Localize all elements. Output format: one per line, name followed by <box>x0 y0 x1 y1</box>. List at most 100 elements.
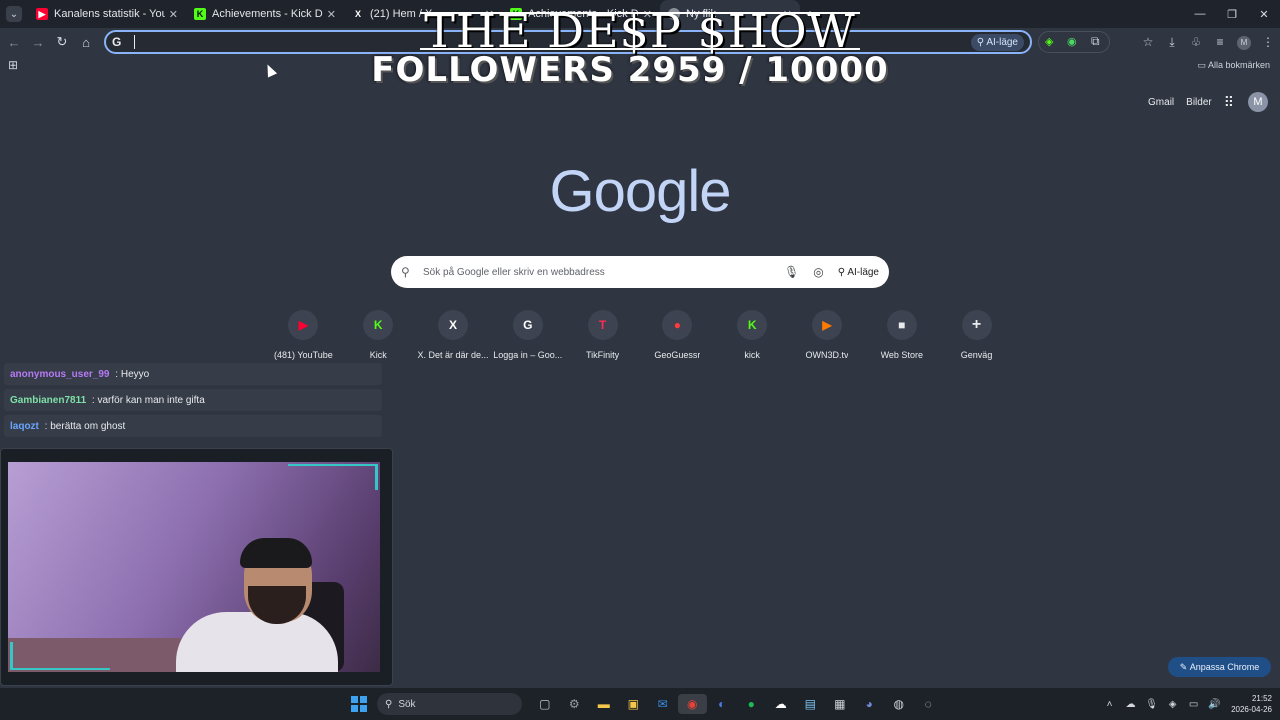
shortcut-tile[interactable]: X X. Det är där de... <box>416 310 491 360</box>
images-link[interactable]: Bilder <box>1186 97 1212 108</box>
media-icon[interactable]: ≡ <box>1208 35 1232 49</box>
discord-icon[interactable]: ◕ <box>855 694 885 714</box>
text-caret <box>134 35 135 49</box>
frame-accent <box>288 464 378 466</box>
chat-username: anonymous_user_99 <box>10 368 110 380</box>
steam-icon[interactable]: ◍ <box>884 694 914 714</box>
maximize-icon[interactable]: ❐ <box>1216 0 1248 28</box>
avatar[interactable]: M <box>1248 92 1268 112</box>
search-icon: ⚲ <box>385 698 393 710</box>
puzzle-icon[interactable]: ⧉ <box>1091 34 1100 49</box>
shortcut-tile[interactable]: ▶ OWN3D.tv <box>790 310 865 360</box>
sync-icon[interactable]: ♧ <box>1184 35 1208 49</box>
close-icon[interactable]: ✕ <box>169 8 178 21</box>
chat-separator: : <box>41 420 51 432</box>
shortcut-tile[interactable]: ■ Web Store <box>864 310 939 360</box>
microphone-icon[interactable]: 🎙 <box>1141 699 1162 710</box>
close-window-icon[interactable]: ✕ <box>1248 0 1280 28</box>
customize-chrome-button[interactable]: ✎ Anpassa Chrome <box>1168 657 1271 677</box>
cloud-app-icon[interactable]: ☁ <box>766 694 796 714</box>
extension-icon[interactable]: ◈ <box>1045 35 1053 48</box>
window-controls: — ❐ ✕ <box>1184 0 1280 28</box>
onedrive-icon[interactable]: ☁ <box>1120 699 1141 710</box>
frame-accent <box>10 668 110 670</box>
shortcut-tile[interactable]: T TikFinity <box>565 310 640 360</box>
obs-icon[interactable]: ◌ <box>914 694 944 714</box>
all-bookmarks[interactable]: ▭ Alla bokmärken <box>1197 60 1270 71</box>
kick-icon: K <box>194 8 206 20</box>
browser-tab[interactable]: K Achievements - Kick Dashboard ✕ <box>186 0 344 28</box>
search-icon: ⚲ <box>401 265 410 279</box>
system-tray: ˄ ☁ 🎙 ◈ ▭ 🔊 21:52 2026-04-26 <box>1099 688 1272 720</box>
settings-icon[interactable]: ⚙ <box>560 694 590 714</box>
shortcut-label: X. Det är där de... <box>417 350 489 360</box>
browser-tab[interactable]: ▶ Kanalens statistik - YouTube Stu ✕ <box>28 0 186 28</box>
monitor-icon[interactable]: ▭ <box>1183 699 1204 710</box>
home-icon[interactable]: ⌂ <box>74 35 98 50</box>
google-icon: G <box>512 310 543 340</box>
ai-mode-button[interactable]: ⚲ AI-läge <box>838 267 879 278</box>
minimize-icon[interactable]: — <box>1184 0 1216 28</box>
shortcut-tile[interactable]: + Genväg <box>939 310 1014 360</box>
edge-icon[interactable]: ◐ <box>707 694 737 714</box>
back-icon[interactable]: ← <box>2 35 26 50</box>
google-apps-icon[interactable]: ⠿ <box>1224 94 1234 111</box>
chrome-icon[interactable]: ◉ <box>677 694 707 714</box>
google-lens-icon[interactable]: ◎ <box>813 265 823 279</box>
shortcut-tile[interactable]: K Kick <box>341 310 416 360</box>
tab-title: Kanalens statistik - YouTube Stu <box>54 8 165 20</box>
ai-mode-button[interactable]: ⚲ AI-läge <box>970 33 1024 51</box>
chevron-up-icon[interactable]: ˄ <box>1099 699 1120 710</box>
google-top-links: Gmail Bilder ⠿ M <box>1148 92 1268 112</box>
ai-mode-label: AI-läge <box>847 266 879 278</box>
frame-accent <box>375 464 378 490</box>
chat-separator: : <box>112 368 121 380</box>
followers-goal: FOLLOWERS 2959 / 10000 <box>371 50 889 90</box>
download-icon[interactable]: ⤓ <box>1160 35 1184 50</box>
shortcut-tile[interactable]: G Logga in – Goo... <box>490 310 565 360</box>
apps-grid-icon[interactable]: ⊞ <box>8 58 18 72</box>
customize-label: Anpassa Chrome <box>1189 662 1260 672</box>
shortcuts-grid: ▶ (481) YouTube K Kick X X. Det är där de..… <box>266 310 1014 360</box>
tab-search-button[interactable]: ⌄ <box>6 6 22 22</box>
volume-icon[interactable]: 🔊 <box>1204 699 1225 710</box>
shortcut-tile[interactable]: ● GeoGuessr <box>640 310 715 360</box>
spotify-icon[interactable]: ● <box>737 694 767 714</box>
shortcut-label: Logga in – Goo... <box>493 350 563 360</box>
shortcut-tile[interactable]: ▶ (481) YouTube <box>266 310 341 360</box>
bookmark-star-icon[interactable]: ☆ <box>1136 35 1160 49</box>
gmail-link[interactable]: Gmail <box>1148 97 1174 108</box>
menu-icon[interactable]: ⋮ <box>1256 35 1280 49</box>
taskbar-search[interactable]: ⚲ Sök <box>377 693 522 715</box>
calculator-icon[interactable]: ▦ <box>825 694 855 714</box>
microphone-icon[interactable]: 🎙 <box>784 265 799 279</box>
notepad-icon[interactable]: ▤ <box>796 694 826 714</box>
network-icon[interactable]: ◈ <box>1162 699 1183 710</box>
store-icon[interactable]: ▣ <box>619 694 649 714</box>
extensions-group: ◈ ◉ ⧉ <box>1038 31 1110 53</box>
webcam-feed <box>8 462 380 672</box>
windows-start-icon[interactable] <box>351 696 367 712</box>
close-icon[interactable]: ✕ <box>327 8 336 21</box>
shortcut-tile[interactable]: Kkick <box>715 310 790 360</box>
shortcut-label: TikFinity <box>586 350 620 360</box>
kick-icon: K <box>737 310 768 340</box>
file-explorer-icon[interactable]: ▬ <box>589 694 619 714</box>
profile-avatar[interactable]: M <box>1232 34 1256 50</box>
chat-text: Heyyo <box>120 368 150 380</box>
task-view-icon[interactable]: ▢ <box>530 694 560 714</box>
shortcut-label: Genväg <box>960 350 993 360</box>
search-input[interactable]: ⚲ Sök på Google eller skriv en webbadres… <box>391 256 889 288</box>
web-store-icon: ■ <box>886 310 917 340</box>
system-clock[interactable]: 21:52 2026-04-26 <box>1231 693 1272 715</box>
grammarly-icon[interactable]: ◉ <box>1067 35 1077 48</box>
shortcut-label: OWN3D.tv <box>805 350 849 360</box>
ai-search-icon: ⚲ <box>837 266 848 278</box>
forward-icon[interactable]: → <box>26 35 50 50</box>
taskbar-apps: ▢ ⚙ ▬ ▣ ✉ ◉ ◐ ● ☁ ▤ ▦ ◕ ◍ ◌ <box>530 694 943 714</box>
frame-accent <box>10 642 13 670</box>
outlook-icon[interactable]: ✉ <box>648 694 678 714</box>
webcam-cap <box>240 538 312 568</box>
ai-search-icon: ⚲ <box>976 36 987 48</box>
reload-icon[interactable]: ↻ <box>50 34 74 50</box>
